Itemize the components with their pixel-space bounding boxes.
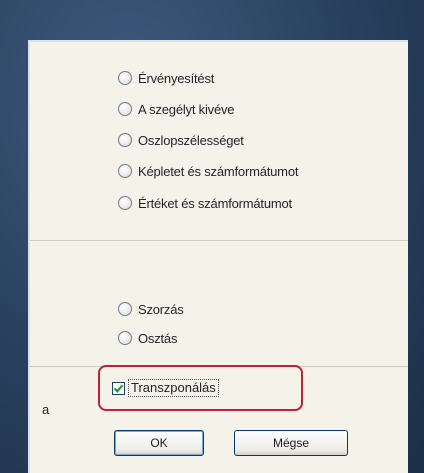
radio-button-icon[interactable] (118, 133, 132, 147)
radio-all-except-borders[interactable]: A szegélyt kivéve (118, 97, 235, 121)
radio-button-icon[interactable] (118, 164, 132, 178)
radio-column-widths[interactable]: Oszlopszélességet (118, 128, 244, 152)
cropped-label-fragment: a (42, 402, 50, 417)
radio-button-icon[interactable] (118, 71, 132, 85)
radio-validation[interactable]: Érvényesítést (118, 66, 214, 90)
cancel-button[interactable]: Mégse (234, 430, 348, 456)
radio-button-icon[interactable] (118, 302, 132, 316)
radio-label: Érvényesítést (138, 70, 215, 86)
radio-values-and-number-formats[interactable]: Értéket és számformátumot (118, 191, 292, 215)
radio-label: Értéket és számformátumot (138, 195, 292, 211)
radio-label: Képletet és számformátumot (138, 163, 299, 179)
radio-multiply[interactable]: Szorzás (118, 297, 184, 321)
radio-button-icon[interactable] (118, 196, 132, 210)
ok-button[interactable]: OK (114, 430, 204, 456)
radio-divide[interactable]: Osztás (118, 326, 177, 350)
radio-label: A szegélyt kivéve (138, 101, 235, 117)
transpose-label: Transzponálás (128, 379, 219, 397)
paste-options-group: Érvényesítést A szegélyt kivéve Oszlopsz… (30, 42, 408, 241)
radio-label: Osztás (138, 330, 178, 346)
paste-special-dialog: Érvényesítést A szegélyt kivéve Oszlopsz… (28, 40, 408, 473)
radio-formulas-and-number-formats[interactable]: Képletet és számformátumot (118, 159, 298, 183)
checkbox-checked-icon[interactable] (112, 381, 125, 395)
radio-button-icon[interactable] (118, 331, 132, 345)
operations-group: Szorzás Osztás (30, 241, 408, 367)
radio-label: Szorzás (138, 301, 184, 317)
transpose-checkbox-row[interactable]: Transzponálás (112, 379, 219, 397)
radio-label: Oszlopszélességet (138, 132, 244, 148)
radio-button-icon[interactable] (118, 102, 132, 116)
